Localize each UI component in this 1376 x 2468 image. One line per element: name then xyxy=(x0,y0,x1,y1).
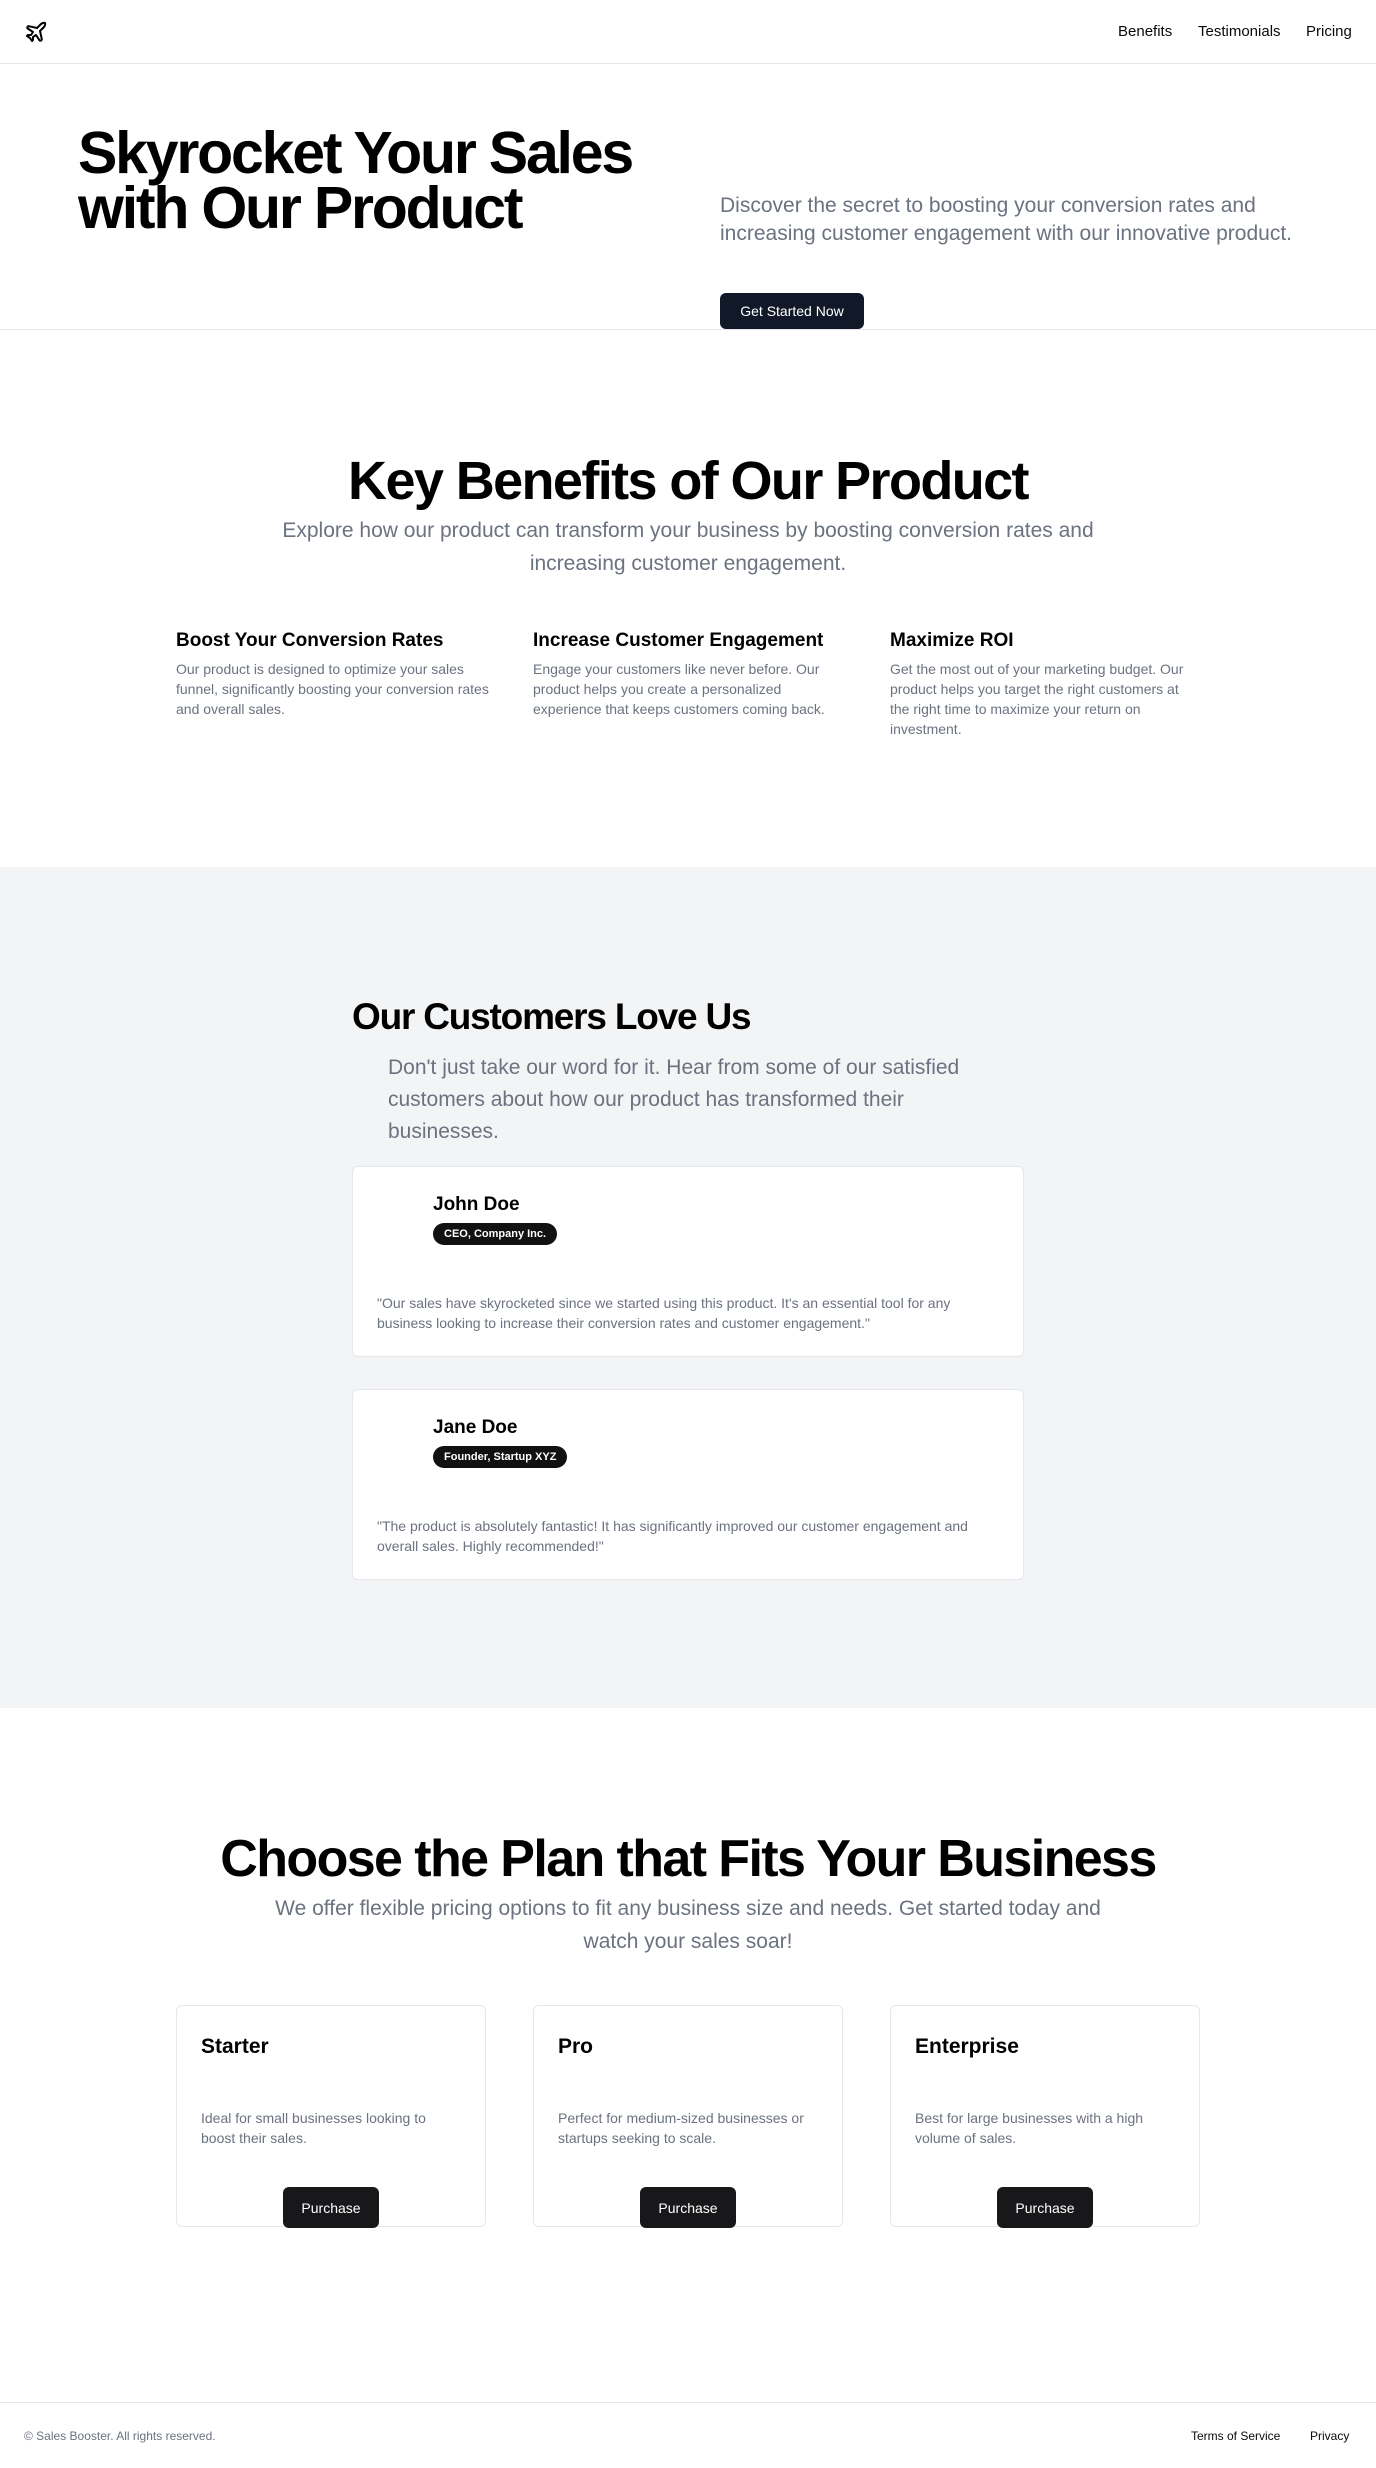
pricing-card-starter: Starter Ideal for small businesses looki… xyxy=(176,2005,486,2228)
pricing-subtitle: We offer flexible pricing options to fit… xyxy=(275,1897,1101,1953)
testimonial-card: John Doe CEO, Company Inc. "Our sales ha… xyxy=(352,1166,1024,1357)
pricing-card-pro: Pro Perfect for medium-sized businesses … xyxy=(533,2005,843,2228)
hero-title: Skyrocket Your Sales with Our Product xyxy=(78,120,634,241)
testimonial-quote: "The product is absolutely fantastic! It… xyxy=(377,1518,968,1554)
benefit-description: Our product is designed to optimize your… xyxy=(176,661,489,717)
benefits-subtitle: Explore how our product can transform yo… xyxy=(282,519,1094,575)
purchase-button[interactable]: Purchase xyxy=(640,2187,736,2228)
copyright-text: © Sales Booster. All rights reserved. xyxy=(24,2429,216,2443)
pricing-card-enterprise: Enterprise Best for large businesses wit… xyxy=(890,2005,1200,2228)
testimonial-role-badge: Founder, Startup XYZ xyxy=(433,1446,568,1468)
plan-description: Perfect for medium-sized businesses or s… xyxy=(558,2110,804,2146)
benefit-title: Maximize ROI xyxy=(890,630,1014,651)
airplane-icon[interactable] xyxy=(24,20,48,44)
testimonial-role-badge: CEO, Company Inc. xyxy=(433,1223,558,1245)
plan-description: Best for large businesses with a high vo… xyxy=(915,2110,1144,2146)
nav-pricing[interactable]: Pricing xyxy=(1306,22,1352,42)
nav-benefits[interactable]: Benefits xyxy=(1118,22,1172,42)
privacy-link[interactable]: Privacy xyxy=(1310,2428,1349,2444)
benefits-title: Key Benefits of Our Product xyxy=(348,451,1030,511)
benefit-title: Boost Your Conversion Rates xyxy=(176,630,444,651)
benefit-title: Increase Customer Engagement xyxy=(533,630,824,651)
pricing-title: Choose the Plan that Fits Your Business xyxy=(220,1830,1157,1888)
benefit-description: Engage your customers like never before.… xyxy=(533,661,825,717)
testimonials-title: Our Customers Love Us xyxy=(352,996,752,1037)
testimonials-subtitle: Don't just take our word for it. Hear fr… xyxy=(388,1056,960,1143)
plan-name: Enterprise xyxy=(915,2035,1019,2058)
get-started-button[interactable]: Get Started Now xyxy=(720,293,864,329)
plan-name: Starter xyxy=(201,2035,269,2058)
nav-testimonials[interactable]: Testimonials xyxy=(1198,22,1281,42)
purchase-button[interactable]: Purchase xyxy=(997,2187,1093,2228)
benefit-description: Get the most out of your marketing budge… xyxy=(890,661,1184,737)
plan-name: Pro xyxy=(558,2035,594,2058)
site-header: Benefits Testimonials Pricing xyxy=(0,0,1376,64)
testimonial-name: John Doe xyxy=(433,1194,520,1215)
terms-of-service-link[interactable]: Terms of Service xyxy=(1191,2428,1280,2444)
hero-description: Discover the secret to boosting your con… xyxy=(720,194,1292,245)
plan-description: Ideal for small businesses looking to bo… xyxy=(201,2110,426,2146)
purchase-button[interactable]: Purchase xyxy=(283,2187,379,2228)
testimonial-card: Jane Doe Founder, Startup XYZ "The produ… xyxy=(352,1389,1024,1580)
testimonial-quote: "Our sales have skyrocketed since we sta… xyxy=(377,1295,951,1331)
testimonial-name: Jane Doe xyxy=(433,1417,518,1438)
